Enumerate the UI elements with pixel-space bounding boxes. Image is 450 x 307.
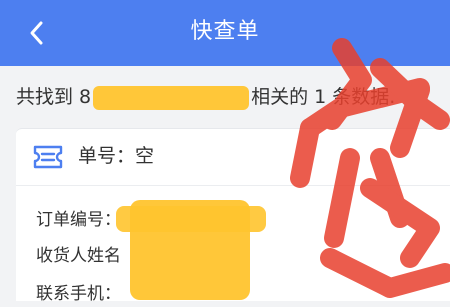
order-number: 单号：空: [78, 141, 154, 171]
field-recipient-name: 收货人姓名: [36, 243, 121, 269]
scribble-annotation: [290, 38, 450, 298]
ticket-icon: [33, 145, 63, 169]
summary-prefix: 共找到 8: [16, 86, 92, 108]
field-order-id: 订单编号：: [36, 207, 121, 233]
order-number-label: 单号：: [78, 145, 136, 167]
field-label: 订单编号：: [36, 210, 121, 230]
field-label: 收货人姓名: [36, 246, 121, 266]
field-label: 联系手机：: [36, 284, 121, 304]
redaction-mark: [93, 85, 250, 110]
redaction-mark: [130, 200, 250, 300]
order-number-value: 空: [135, 145, 155, 167]
field-phone: 联系手机：: [36, 281, 121, 307]
